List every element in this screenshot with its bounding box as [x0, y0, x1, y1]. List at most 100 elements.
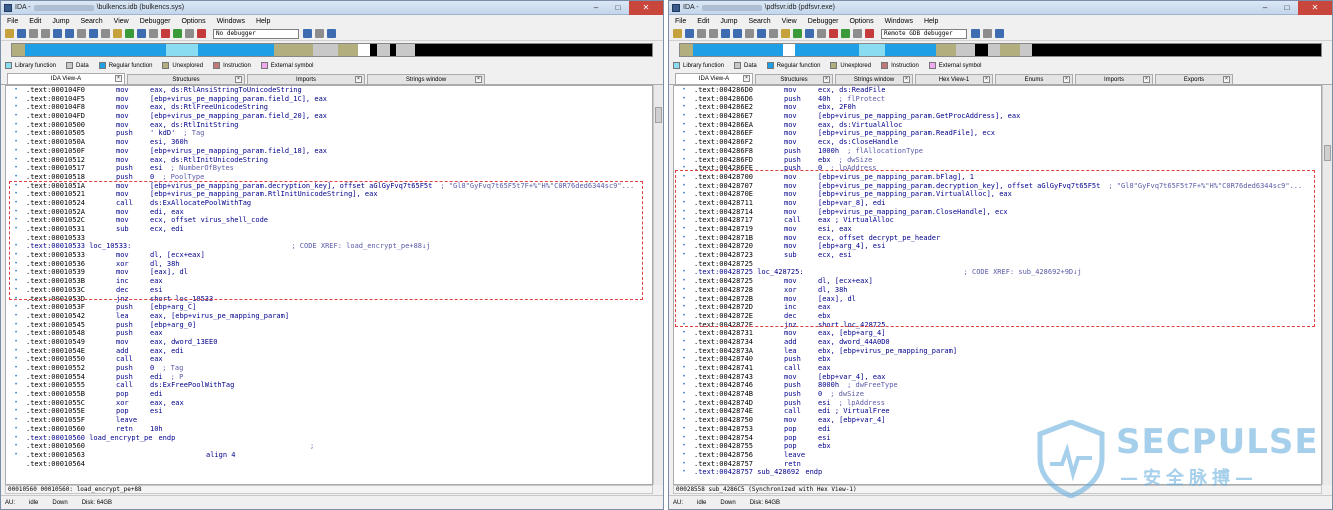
- save-icon[interactable]: [17, 29, 26, 38]
- listing-line[interactable]: • .text:00428740 push ebx: [674, 355, 1321, 364]
- menu-item-help[interactable]: Help: [256, 18, 270, 25]
- delete-icon[interactable]: [829, 29, 838, 38]
- stop-icon[interactable]: [197, 29, 206, 38]
- tab-close-icon[interactable]: ×: [823, 76, 830, 83]
- tab-close-icon[interactable]: ×: [743, 75, 750, 82]
- listing-line[interactable]: • .text:00010554 push edi ; P: [6, 373, 652, 382]
- listing-line[interactable]: • .text:0042873A lea ebx, [ebp+virus_pe_map…: [674, 347, 1321, 356]
- debugger-select[interactable]: Remote GDB debugger: [881, 28, 967, 39]
- back-icon[interactable]: [29, 29, 38, 38]
- menu-item-edit[interactable]: Edit: [29, 18, 41, 25]
- copy-icon[interactable]: [721, 29, 730, 38]
- breakpoint-icon[interactable]: [995, 29, 1004, 38]
- tab-structures[interactable]: Structures ×: [755, 74, 833, 84]
- listing-line[interactable]: • .text:00010555 call ds:ExFreePoolWithTag: [6, 381, 652, 390]
- tab-close-icon[interactable]: ×: [903, 76, 910, 83]
- menu-item-jump[interactable]: Jump: [720, 18, 737, 25]
- listing-line[interactable]: • .text:0001050A mov esi, 360h: [6, 138, 652, 147]
- listing-line[interactable]: • .text:000104F8 mov eax, ds:RtlFreeUnicode…: [6, 103, 652, 112]
- breakpoint-icon[interactable]: [327, 29, 336, 38]
- step-icon[interactable]: [983, 29, 992, 38]
- tab-imports[interactable]: Imports ×: [1075, 74, 1153, 84]
- listing-line[interactable]: • .text:00428757 retn: [674, 460, 1321, 469]
- listing-line[interactable]: • .text:00010560 load_encrypt_pe endp: [6, 434, 652, 443]
- listing-line[interactable]: • .text:00428743 mov [ebp+var_4], eax: [674, 373, 1321, 382]
- listing-line[interactable]: • .text:004286F8 push 1000h ; flAllocationTy…: [674, 147, 1321, 156]
- menu-item-help[interactable]: Help: [924, 18, 938, 25]
- listing-line[interactable]: • .text:00428746 push 8000h ; dwFreeType: [674, 381, 1321, 390]
- listing-line[interactable]: • .text:00428756 leave: [674, 451, 1321, 460]
- listing-line[interactable]: • .text:004286D0 mov ecx, ds:ReadFile: [674, 86, 1321, 95]
- text-icon[interactable]: [769, 29, 778, 38]
- tab-close-icon[interactable]: ×: [1143, 76, 1150, 83]
- pause-icon[interactable]: [853, 29, 862, 38]
- tab-close-icon[interactable]: ×: [475, 76, 482, 83]
- close-button[interactable]: ✕: [629, 1, 663, 15]
- tab-exports[interactable]: Exports ×: [1155, 74, 1233, 84]
- tab-close-icon[interactable]: ×: [1063, 76, 1070, 83]
- run-icon[interactable]: [793, 29, 802, 38]
- menu-item-search[interactable]: Search: [748, 18, 770, 25]
- function-icon[interactable]: [817, 29, 826, 38]
- listing-line[interactable]: • .text:00428734 add eax, dword_44A0D0: [674, 338, 1321, 347]
- listing-line[interactable]: • .text:004286FD push ebx ; dwSize: [674, 156, 1321, 165]
- vertical-scrollbar[interactable]: [653, 85, 663, 485]
- listing-line[interactable]: • .text:00428750 mov eax, [ebp+var_4]: [674, 416, 1321, 425]
- listing-line[interactable]: • .text:00428754 pop esi: [674, 434, 1321, 443]
- search-icon[interactable]: [745, 29, 754, 38]
- listing-line[interactable]: • .text:0042874D push esi ; lpAddress: [674, 399, 1321, 408]
- paste-icon[interactable]: [65, 29, 74, 38]
- step-icon[interactable]: [315, 29, 324, 38]
- listing-line[interactable]: • .text:004286E7 mov [ebp+virus_pe_mapping_…: [674, 112, 1321, 121]
- down-arrow-icon[interactable]: [757, 29, 766, 38]
- listing-line[interactable]: • .text:00428757 sub_428692 endp: [674, 468, 1321, 477]
- listing-line[interactable]: • .text:00010505 push ' kdD' ; Tag: [6, 129, 652, 138]
- listing-line[interactable]: • .text:0001055B pop edi: [6, 390, 652, 399]
- forward-icon[interactable]: [709, 29, 718, 38]
- listing-line[interactable]: • .text:0042874E call edi ; VirtualFree: [674, 407, 1321, 416]
- menu-item-windows[interactable]: Windows: [885, 18, 913, 25]
- listing-line[interactable]: .text:00010564: [6, 460, 652, 469]
- open-icon[interactable]: [673, 29, 682, 38]
- tab-enums[interactable]: Enums ×: [995, 74, 1073, 84]
- listing-line[interactable]: • .text:00010550 call eax: [6, 355, 652, 364]
- copy-icon[interactable]: [53, 29, 62, 38]
- menu-item-file[interactable]: File: [675, 18, 686, 25]
- tab-hex-view-1[interactable]: Hex View-1 ×: [915, 74, 993, 84]
- run-icon[interactable]: [125, 29, 134, 38]
- listing-line[interactable]: • .text:00010560;: [6, 442, 652, 451]
- menu-item-file[interactable]: File: [7, 18, 18, 25]
- listing-line[interactable]: • .text:000104F5 mov [ebp+virus_pe_mapping_…: [6, 95, 652, 104]
- listing-line[interactable]: • .text:0001050F mov [ebp+virus_pe_mapping_…: [6, 147, 652, 156]
- search-icon[interactable]: [77, 29, 86, 38]
- tab-close-icon[interactable]: ×: [983, 76, 990, 83]
- back-icon[interactable]: [697, 29, 706, 38]
- listing-line[interactable]: • .text:004286E2 mov ebx, 2F0h: [674, 103, 1321, 112]
- listing-line[interactable]: • .text:00010500 mov eax, ds:RtlInitString: [6, 121, 652, 130]
- listing-line[interactable]: • .text:00010560 retn 10h: [6, 425, 652, 434]
- menu-item-view[interactable]: View: [782, 18, 797, 25]
- listing-line[interactable]: • .text:000104FD mov [ebp+virus_pe_mapping_…: [6, 112, 652, 121]
- paste-icon[interactable]: [733, 29, 742, 38]
- menu-item-debugger[interactable]: Debugger: [140, 18, 171, 25]
- listing-line[interactable]: • .text:004286F2 mov ecx, ds:CloseHandle: [674, 138, 1321, 147]
- attach-icon[interactable]: [971, 29, 980, 38]
- menu-item-edit[interactable]: Edit: [697, 18, 709, 25]
- menu-item-debugger[interactable]: Debugger: [808, 18, 839, 25]
- listing-line[interactable]: • .text:0001055C xor eax, eax: [6, 399, 652, 408]
- graph-icon[interactable]: [781, 29, 790, 38]
- listing-line[interactable]: • .text:0042874B push 0 ; dwSize: [674, 390, 1321, 399]
- listing-line[interactable]: • .text:0001055E pop esi: [6, 407, 652, 416]
- listing-line[interactable]: • .text:00428731 mov eax, [ebp+arg_4]: [674, 329, 1321, 338]
- tab-structures[interactable]: Structures ×: [127, 74, 245, 84]
- pause-icon[interactable]: [185, 29, 194, 38]
- save-icon[interactable]: [685, 29, 694, 38]
- tab-close-icon[interactable]: ×: [235, 76, 242, 83]
- listing-line[interactable]: • .text:004286EA mov eax, ds:VirtualAlloc: [674, 121, 1321, 130]
- tab-ida-view-a[interactable]: IDA View-A ×: [7, 73, 125, 84]
- listing-line[interactable]: • .text:0001053F push [ebp+arg_C]: [6, 303, 652, 312]
- maximize-button[interactable]: □: [1276, 1, 1298, 15]
- tab-ida-view-a[interactable]: IDA View-A ×: [675, 73, 753, 84]
- listing-line[interactable]: • .text:00010512 mov eax, ds:RtlInitUnicode…: [6, 156, 652, 165]
- listing-line[interactable]: • .text:00428741 call eax: [674, 364, 1321, 373]
